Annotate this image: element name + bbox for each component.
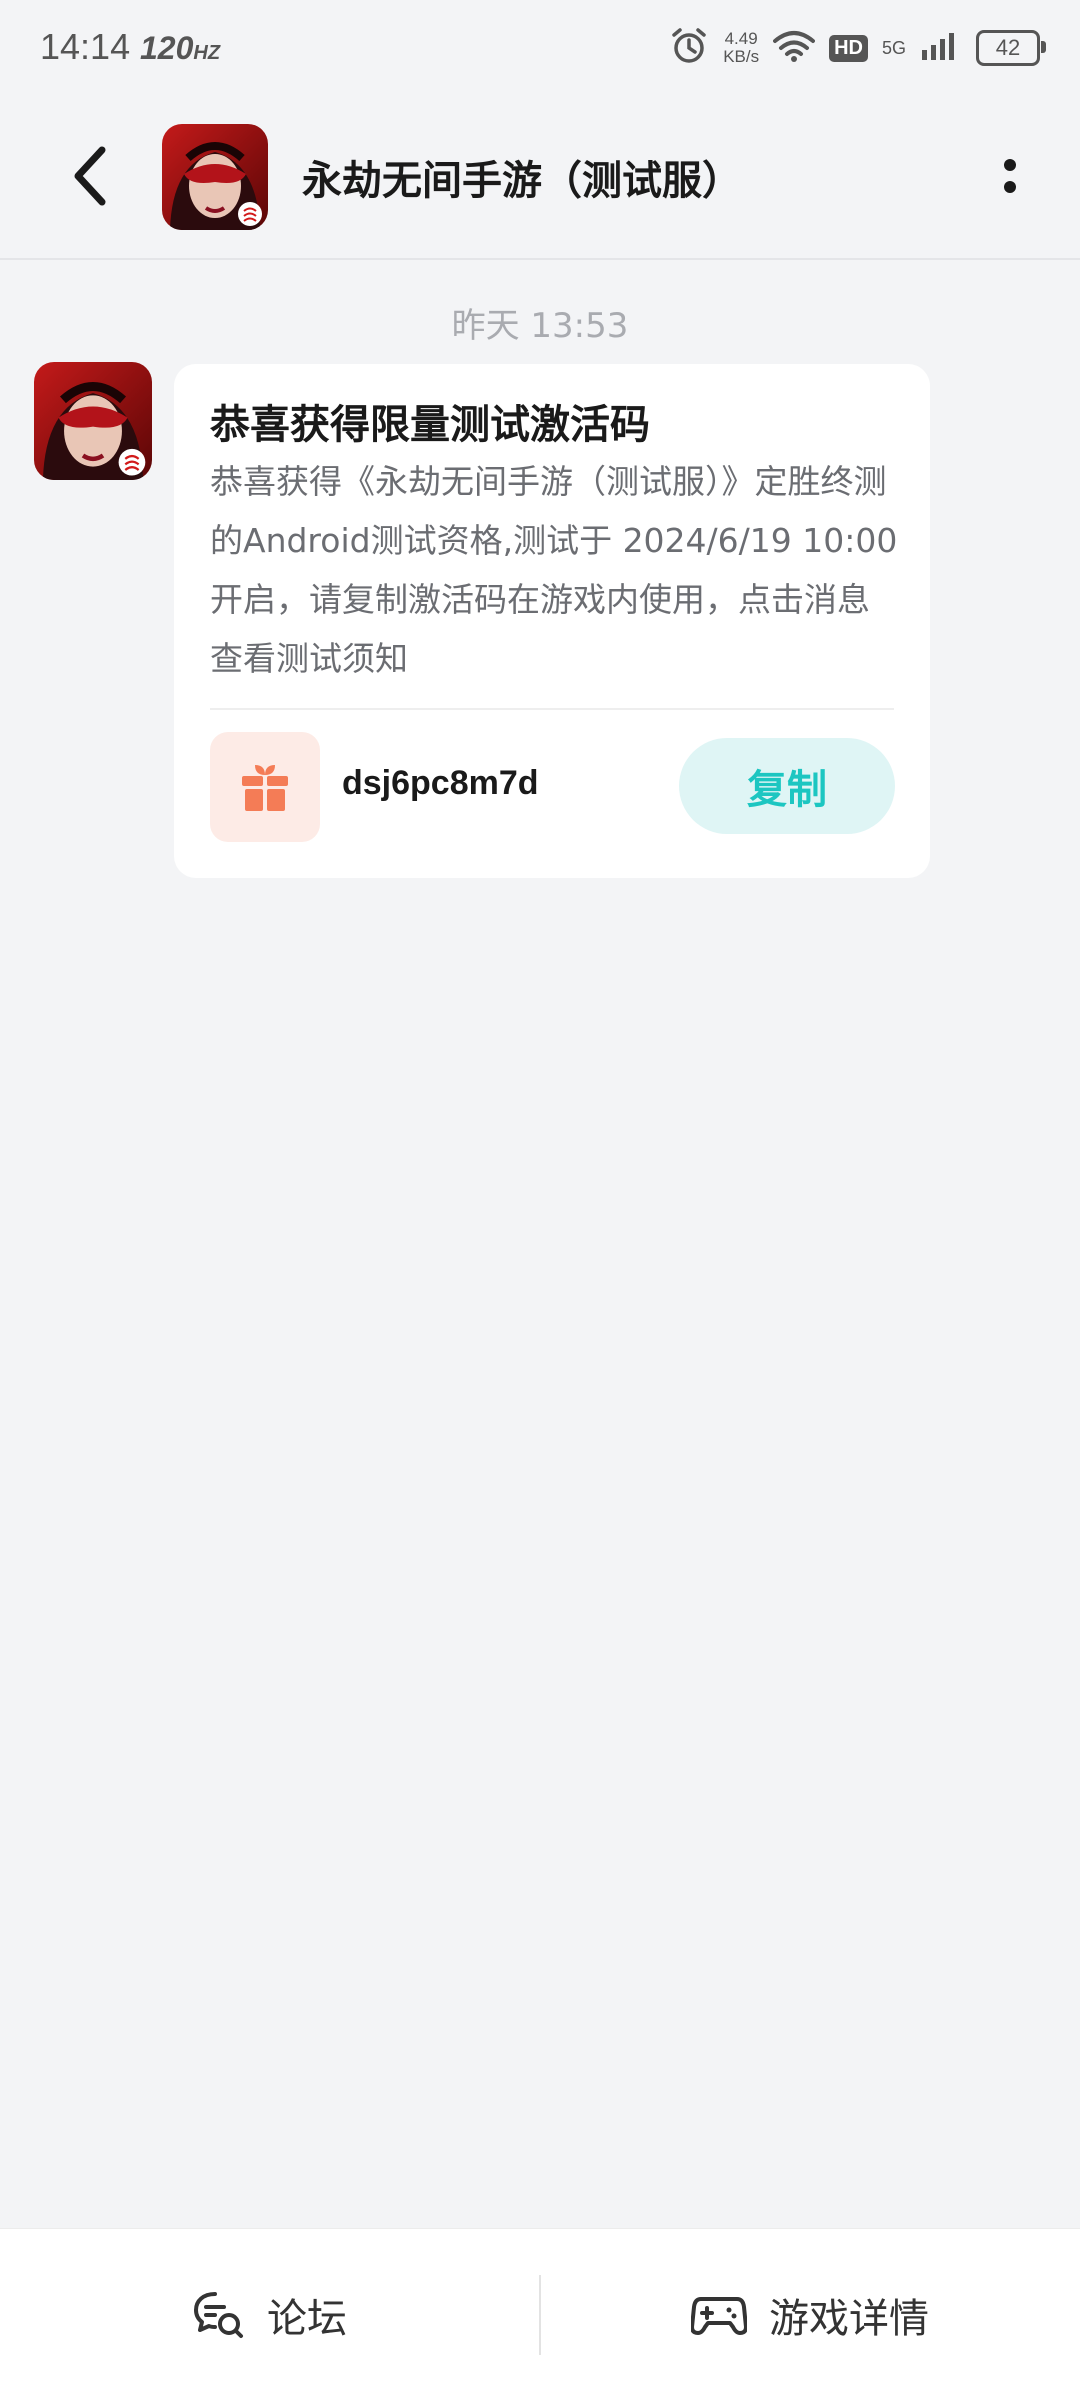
activation-code: dsj6pc8m7d [342,764,539,802]
wifi-icon [773,29,816,67]
net-speed: 4.49 KB/s [723,30,759,66]
alarm-icon [669,26,709,70]
signal-icon [920,30,962,66]
game-detail-label: 游戏详情 [769,2296,929,2342]
back-arrow-icon [74,146,106,206]
back-button[interactable] [50,136,130,216]
gamepad-icon [691,2297,747,2335]
page-title: 永劫无间手游（测试服） [302,158,742,204]
battery-icon: 42 [976,30,1046,66]
battery-level: 42 [995,35,1021,60]
forum-label: 论坛 [267,2296,347,2342]
status-icons: 4.49 KB/s HD 5G 42 [669,22,1046,74]
network-type: 5G [881,38,906,58]
forum-chat-icon [194,2292,243,2338]
sender-avatar[interactable] [34,362,152,480]
divider [210,708,894,710]
copy-button[interactable]: 复制 [679,738,895,834]
game-avatar[interactable] [162,124,268,230]
gift-icon-container [210,732,320,842]
chat-header: 永劫无间手游（测试服） [0,96,1080,260]
net-speed-value: 4.49 [724,29,758,48]
gift-icon [242,765,288,811]
more-options-button[interactable] [970,136,1050,216]
refresh-rate-unit: HZ [193,42,221,64]
hd-badge: HD [829,34,868,62]
status-time: 14:14 [40,26,131,67]
refresh-rate-value: 120 [140,30,194,66]
bottom-bar: 论坛 游戏详情 [0,2228,1080,2401]
refresh-rate: 120HZ [140,30,220,67]
game-detail-tab[interactable]: 游戏详情 [540,2229,1080,2401]
more-dot-icon [1004,181,1016,193]
forum-tab[interactable]: 论坛 [0,2229,540,2401]
net-speed-unit: KB/s [723,47,760,66]
message-title: 恭喜获得限量测试激活码 [210,402,650,448]
more-dot-icon [1004,159,1016,171]
message-timestamp: 昨天 13:53 [451,306,629,346]
message-card[interactable]: 恭喜获得限量测试激活码 恭喜获得《永劫无间手游（测试服）》定胜终测的Androi… [174,364,930,878]
status-bar: 14:14 120HZ 4.49 KB/s HD 5G 42 [0,0,1080,96]
message-body: 恭喜获得《永劫无间手游（测试服）》定胜终测的Android测试资格,测试于 20… [210,462,898,678]
